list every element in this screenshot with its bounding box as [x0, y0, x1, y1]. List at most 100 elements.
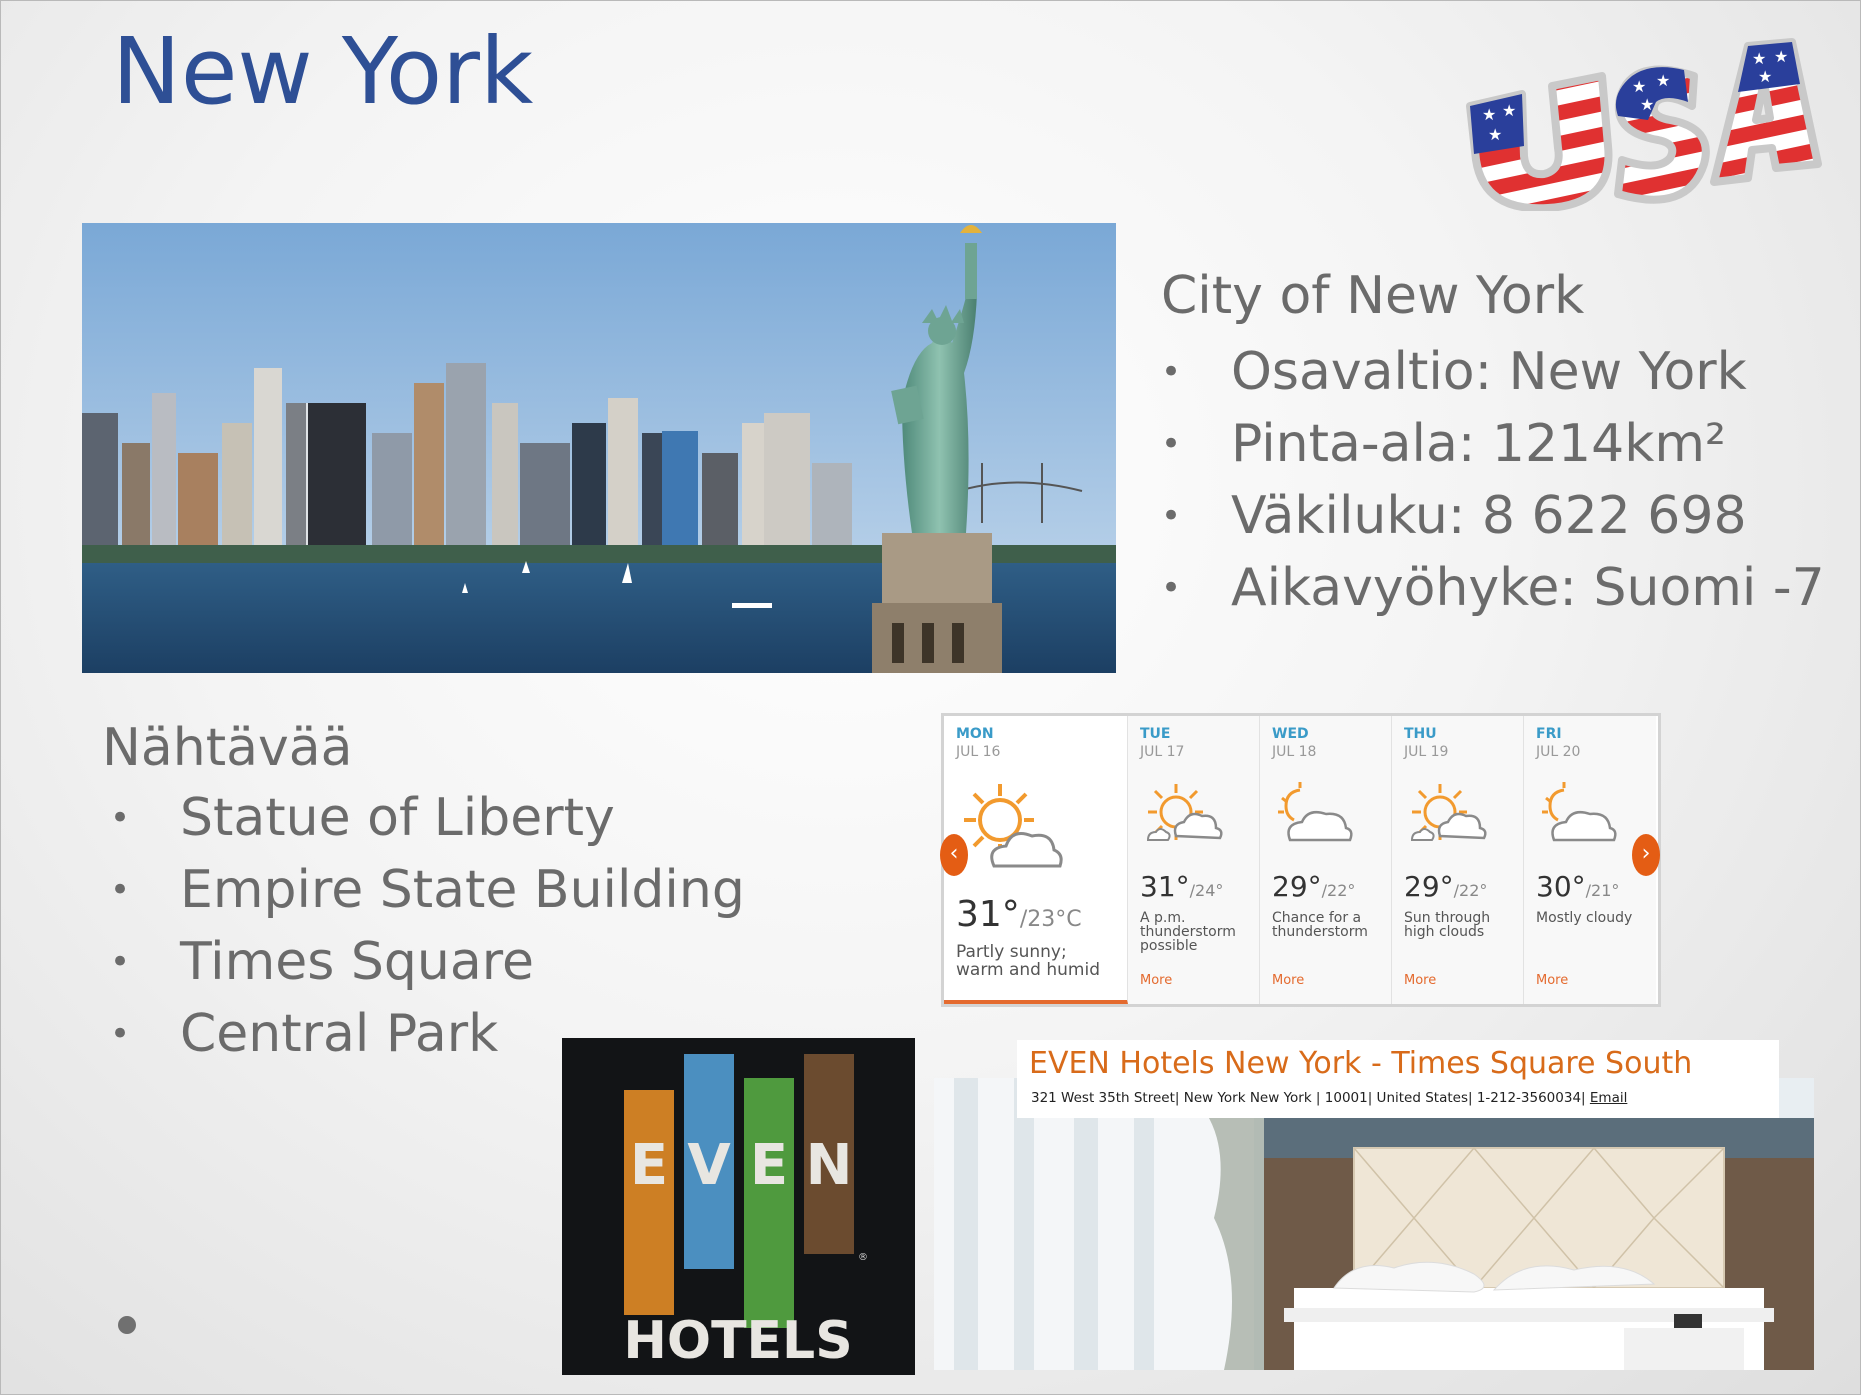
fact-text: Pinta-ala: 1214km²: [1231, 414, 1726, 474]
hotel-room-photo: [934, 1078, 1814, 1370]
usa-logo: ★ ★★ ★ ★★ ★ ★★: [1466, 38, 1822, 211]
forecast-day-mon[interactable]: MON JUL 16 31°/23°C Partly sunny; warm a…: [940, 716, 1128, 1004]
forecast-day-fri[interactable]: FRI JUL 20 30°/21° Mostly cloudy More ›: [1524, 716, 1660, 1004]
more-link[interactable]: More: [1404, 973, 1436, 988]
even-hotels-logo: E V E N ® HOTELS: [562, 1038, 915, 1375]
svg-text:★: ★: [1632, 77, 1646, 96]
cloud-icon: [1542, 782, 1617, 842]
forecast-day-thu[interactable]: THU JUL 19 29°/22° Sun through high clou…: [1392, 716, 1524, 1004]
more-link[interactable]: More: [1140, 973, 1172, 988]
day-date: JUL 19: [1404, 744, 1449, 760]
sight-item: • Statue of Liberty: [102, 782, 745, 854]
temp-high: 30°: [1536, 870, 1586, 903]
fact-text: Osavaltio: New York: [1231, 342, 1747, 402]
temperature: 29°/22°: [1272, 870, 1379, 903]
temp-high: 31°: [1140, 870, 1190, 903]
fact-text: Väkiluku: 8 622 698: [1231, 486, 1747, 546]
day-date: JUL 17: [1140, 744, 1185, 760]
forecast-desc: Chance for a thunderstorm: [1272, 910, 1368, 940]
hotel-address: 321 West 35th Street| New York New York …: [1031, 1090, 1627, 1106]
temp-low: /23°C: [1019, 907, 1082, 932]
hotel-name[interactable]: EVEN Hotels New York - Times Square Sout…: [1029, 1046, 1692, 1081]
svg-text:★: ★: [1774, 47, 1788, 66]
bullet-icon: •: [1161, 568, 1182, 608]
forecast-desc: Sun through high clouds: [1404, 910, 1491, 940]
new-york-skyline-photo: [82, 223, 1116, 673]
svg-text:®: ®: [858, 1252, 868, 1263]
chevron-right-icon[interactable]: ›: [1632, 834, 1660, 876]
temp-high: 29°: [1404, 870, 1454, 903]
svg-text:★: ★: [1488, 125, 1502, 144]
weather-forecast: MON JUL 16 31°/23°C Partly sunny; warm a…: [940, 713, 1661, 1007]
sun-storm-icon: [1410, 784, 1487, 841]
temperature: 29°/22°: [1404, 870, 1511, 903]
temp-high: 29°: [1272, 870, 1322, 903]
fact-item: • Pinta-ala: 1214km²: [1161, 408, 1825, 480]
even-letter: E: [750, 1133, 788, 1198]
bullet-icon: •: [1161, 496, 1182, 536]
even-letter: E: [630, 1133, 668, 1198]
day-name: TUE: [1140, 726, 1171, 742]
cloud-icon: [1278, 782, 1353, 842]
svg-text:★: ★: [1640, 95, 1654, 114]
facts-heading: City of New York: [1161, 266, 1585, 326]
even-logo-sub: HOTELS: [623, 1311, 852, 1371]
even-letter: N: [806, 1133, 853, 1198]
more-link[interactable]: More: [1536, 973, 1568, 988]
email-link[interactable]: Email: [1590, 1090, 1627, 1106]
svg-text:★: ★: [1502, 101, 1516, 120]
chevron-left-icon[interactable]: ‹: [940, 834, 968, 876]
even-letter: V: [687, 1133, 731, 1198]
day-name: WED: [1272, 726, 1309, 742]
forecast-desc: Mostly cloudy: [1536, 910, 1633, 926]
temperature: 30°/21°: [1536, 870, 1644, 903]
sun-storm-icon: [1146, 784, 1223, 841]
temperature: 31°/24°: [1140, 870, 1247, 903]
day-name: FRI: [1536, 726, 1562, 742]
svg-text:★: ★: [1482, 105, 1496, 124]
city-facts: City of New York • Osavaltio: New York •…: [1161, 266, 1825, 624]
forecast-day-tue[interactable]: TUE JUL 17 31°/24° A p.m. thunderstorm p…: [1128, 716, 1260, 1004]
svg-text:★: ★: [1752, 49, 1766, 68]
forecast-day-wed[interactable]: WED JUL 18 29°/22° Chance for a thunders…: [1260, 716, 1392, 1004]
fact-text: Aikavyöhyke: Suomi -7: [1231, 558, 1825, 618]
temp-low: /21°: [1585, 881, 1620, 900]
temp-low: /22°: [1321, 881, 1356, 900]
svg-text:★: ★: [1758, 67, 1772, 86]
sight-text: Statue of Liberty: [180, 788, 615, 848]
sight-text: Empire State Building: [180, 860, 745, 920]
fact-item: • Aikavyöhyke: Suomi -7: [1161, 552, 1825, 624]
more-link[interactable]: More: [1272, 973, 1304, 988]
forecast-desc: A p.m. thunderstorm possible: [1140, 910, 1236, 954]
day-date: JUL 20: [1536, 744, 1581, 760]
sight-item: • Times Square: [102, 926, 745, 998]
bullet-icon: •: [110, 798, 131, 838]
bullet-icon: •: [110, 942, 131, 982]
hotel-address-text: 321 West 35th Street| New York New York …: [1031, 1090, 1586, 1106]
even-logo-graphic: E V E N ® HOTELS: [562, 1038, 915, 1375]
bullet-icon: •: [1161, 352, 1182, 392]
empty-bullet-icon: [118, 1316, 136, 1334]
sights-heading: Nähtävää: [102, 718, 353, 778]
bullet-icon: •: [110, 1014, 131, 1054]
bullet-icon: •: [1161, 424, 1182, 464]
temp-high: 31°: [956, 894, 1020, 935]
day-name: MON: [956, 726, 994, 742]
temp-low: /24°: [1189, 881, 1224, 900]
hotel-caption: EVEN Hotels New York - Times Square Sout…: [1017, 1040, 1779, 1118]
sight-text: Central Park: [180, 1004, 499, 1064]
slide-title: New York: [112, 18, 534, 125]
bullet-icon: •: [110, 870, 131, 910]
day-name: THU: [1404, 726, 1437, 742]
day-date: JUL 16: [956, 744, 1001, 760]
fact-item: • Osavaltio: New York: [1161, 336, 1825, 408]
fact-item: • Väkiluku: 8 622 698: [1161, 480, 1825, 552]
sun-cloud-icon: [964, 784, 1063, 868]
svg-text:★: ★: [1656, 71, 1670, 90]
temperature: 31°/23°C: [956, 894, 1115, 935]
day-date: JUL 18: [1272, 744, 1317, 760]
sight-text: Times Square: [180, 932, 534, 992]
sight-item: • Empire State Building: [102, 854, 745, 926]
sights-list: Nähtävää • Statue of Liberty • Empire St…: [102, 718, 745, 1070]
temp-low: /22°: [1453, 881, 1488, 900]
